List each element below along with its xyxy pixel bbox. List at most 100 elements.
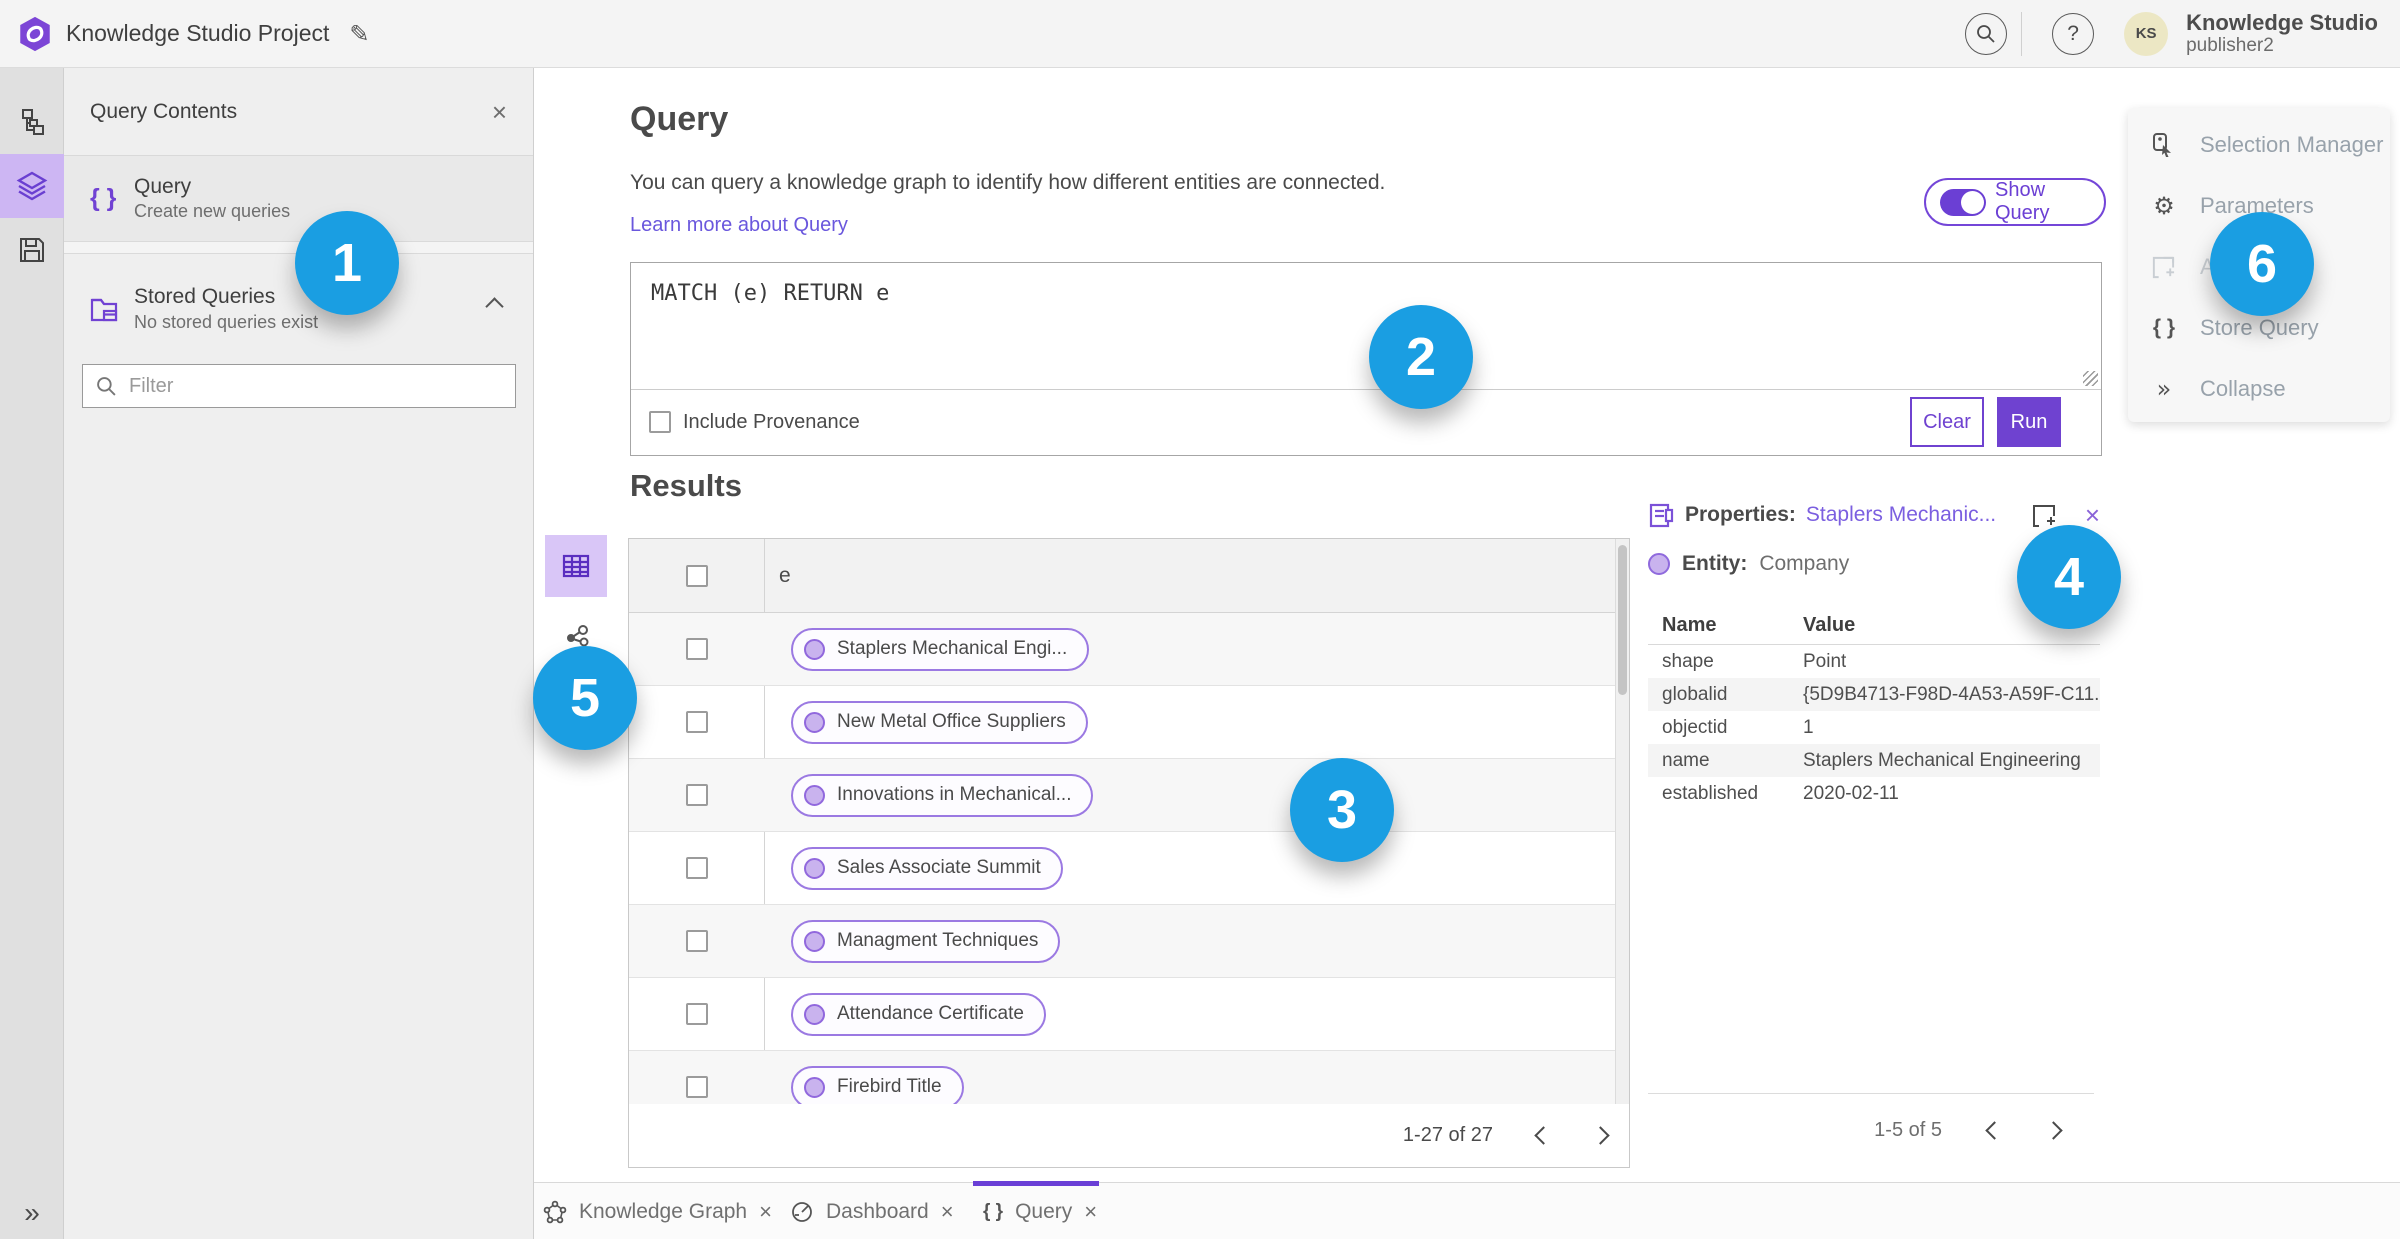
help-button[interactable]: ? — [2052, 12, 2095, 55]
properties-entity-link[interactable]: Staplers Mechanic... — [1806, 503, 1996, 527]
avatar[interactable]: KS — [2124, 11, 2169, 56]
property-name: established — [1662, 782, 1759, 804]
entity-pill[interactable]: Managment Techniques — [791, 919, 1061, 963]
sidebar-item-query[interactable]: { } Query Create new queries — [64, 156, 533, 242]
property-name: shape — [1662, 650, 1714, 672]
property-value: 1 — [1803, 716, 1814, 738]
sidebar-item-save[interactable] — [0, 218, 64, 282]
property-row[interactable]: name Staplers Mechanical Engineering — [1648, 744, 2100, 777]
property-row[interactable]: objectid 1 — [1648, 711, 2100, 744]
show-query-toggle[interactable]: Show Query — [1924, 178, 2106, 226]
expand-rail-button[interactable]: » — [0, 1197, 64, 1229]
row-checkbox[interactable] — [685, 784, 708, 806]
add-to-map-button[interactable] — [2030, 502, 2057, 529]
callout-1: 1 — [295, 211, 399, 315]
property-row[interactable]: established 2020-02-11 — [1648, 777, 2100, 810]
properties-header: Properties: Staplers Mechanic... × — [1648, 495, 2100, 535]
table-row[interactable]: Sales Associate Summit — [629, 832, 1629, 905]
entity-pill[interactable]: Staplers Mechanical Engi... — [791, 627, 1090, 671]
scrollbar-thumb[interactable] — [1618, 545, 1627, 695]
search-button[interactable] — [1965, 12, 2008, 55]
layers-icon — [16, 171, 48, 201]
row-checkbox[interactable] — [685, 857, 708, 879]
edit-title-icon[interactable]: ✎ — [349, 20, 369, 48]
table-row[interactable]: New Metal Office Suppliers — [629, 686, 1629, 759]
next-page-icon[interactable] — [1591, 1126, 1610, 1145]
callout-number: 1 — [331, 233, 363, 293]
table-row[interactable]: Attendance Certificate — [629, 978, 1629, 1051]
clear-button[interactable]: Clear — [1910, 397, 1984, 447]
sidebar-item-data-model[interactable] — [0, 90, 64, 154]
entity-pill[interactable]: New Metal Office Suppliers — [791, 700, 1088, 744]
close-properties-icon[interactable]: × — [2085, 502, 2100, 528]
tab-query[interactable]: { } Query × — [983, 1183, 1097, 1239]
data-model-icon — [22, 109, 44, 135]
query-textarea[interactable]: MATCH (e) RETURN e — [631, 263, 2101, 390]
include-provenance-checkbox[interactable] — [649, 411, 671, 433]
table-icon — [562, 554, 590, 578]
menu-item-selection-manager[interactable]: Selection Manager — [2128, 114, 2390, 175]
table-row[interactable]: Innovations in Mechanical... — [629, 759, 1629, 832]
run-button[interactable]: Run — [1997, 397, 2061, 447]
row-checkbox[interactable] — [685, 1003, 708, 1025]
search-icon — [1977, 24, 1995, 43]
collapse-section-button[interactable] — [482, 294, 507, 324]
include-provenance-label: Include Provenance — [683, 410, 860, 433]
resize-handle[interactable] — [2083, 371, 2098, 386]
results-scrollbar[interactable] — [1615, 539, 1629, 1104]
sidebar-item-contents[interactable] — [0, 154, 64, 218]
property-name: globalid — [1662, 683, 1728, 705]
tab-dashboard[interactable]: Dashboard × — [790, 1183, 954, 1239]
table-row[interactable]: Firebird Title — [629, 1051, 1629, 1104]
braces-icon: { } — [983, 1200, 1004, 1222]
entity-pill[interactable]: Firebird Title — [791, 1065, 964, 1104]
entity-dot-icon — [804, 711, 825, 733]
entity-dot-icon — [804, 857, 825, 879]
previous-page-icon[interactable] — [1534, 1126, 1553, 1145]
previous-page-icon[interactable] — [1985, 1121, 2004, 1140]
row-checkbox[interactable] — [685, 638, 708, 660]
learn-more-link[interactable]: Learn more about Query — [630, 214, 848, 237]
header-divider — [2021, 11, 2023, 56]
select-all-checkbox[interactable] — [685, 564, 708, 587]
app-header: Knowledge Studio Project ✎ ? KS Knowledg… — [0, 0, 2400, 68]
avatar-initials: KS — [2135, 25, 2157, 42]
entity-dot-icon — [804, 784, 825, 806]
tab-label: Query — [1015, 1199, 1073, 1223]
query-description: You can query a knowledge graph to ident… — [630, 171, 1386, 194]
row-checkbox[interactable] — [685, 1076, 708, 1098]
entity-pill[interactable]: Innovations in Mechanical... — [791, 773, 1094, 817]
callout-4: 4 — [2017, 525, 2121, 629]
property-row[interactable]: globalid {5D9B4713-F98D-4A53-A59F-C11... — [1648, 678, 2100, 711]
filter-input[interactable] — [82, 364, 516, 408]
add-to-map-icon — [2032, 504, 2055, 527]
user-role: publisher2 — [2186, 35, 2274, 57]
menu-item-label: Selection Manager — [2200, 131, 2384, 157]
column-header-e: e — [779, 563, 791, 587]
property-name: name — [1662, 749, 1710, 771]
table-view-button[interactable] — [545, 535, 607, 597]
table-row[interactable]: Managment Techniques — [629, 905, 1629, 978]
close-tab-icon[interactable]: × — [1084, 1200, 1097, 1223]
table-row[interactable]: Staplers Mechanical Engi... — [629, 613, 1629, 686]
item-sublabel: No stored queries exist — [134, 311, 319, 332]
tab-knowledge-graph[interactable]: Knowledge Graph × — [543, 1183, 772, 1239]
row-checkbox[interactable] — [685, 711, 708, 733]
entity-label: Entity: — [1682, 552, 1748, 575]
close-tab-icon[interactable]: × — [759, 1200, 772, 1223]
entity-label: Attendance Certificate — [837, 1003, 1024, 1024]
property-row[interactable]: shape Point — [1648, 645, 2100, 678]
selection-manager-icon — [2150, 132, 2178, 158]
row-checkbox[interactable] — [685, 930, 708, 952]
menu-item-collapse[interactable]: » Collapse — [2128, 358, 2390, 419]
next-page-icon[interactable] — [2044, 1121, 2063, 1140]
dashboard-icon — [790, 1200, 814, 1224]
user-info[interactable]: Knowledge Studio publisher2 — [2186, 10, 2378, 57]
close-panel-icon[interactable]: × — [492, 99, 507, 125]
user-name: Knowledge Studio — [2186, 9, 2378, 35]
item-label: Query — [134, 174, 192, 198]
entity-pill[interactable]: Attendance Certificate — [791, 992, 1046, 1036]
left-icon-rail: » — [0, 68, 64, 1239]
entity-pill[interactable]: Sales Associate Summit — [791, 846, 1063, 890]
close-tab-icon[interactable]: × — [941, 1200, 954, 1223]
